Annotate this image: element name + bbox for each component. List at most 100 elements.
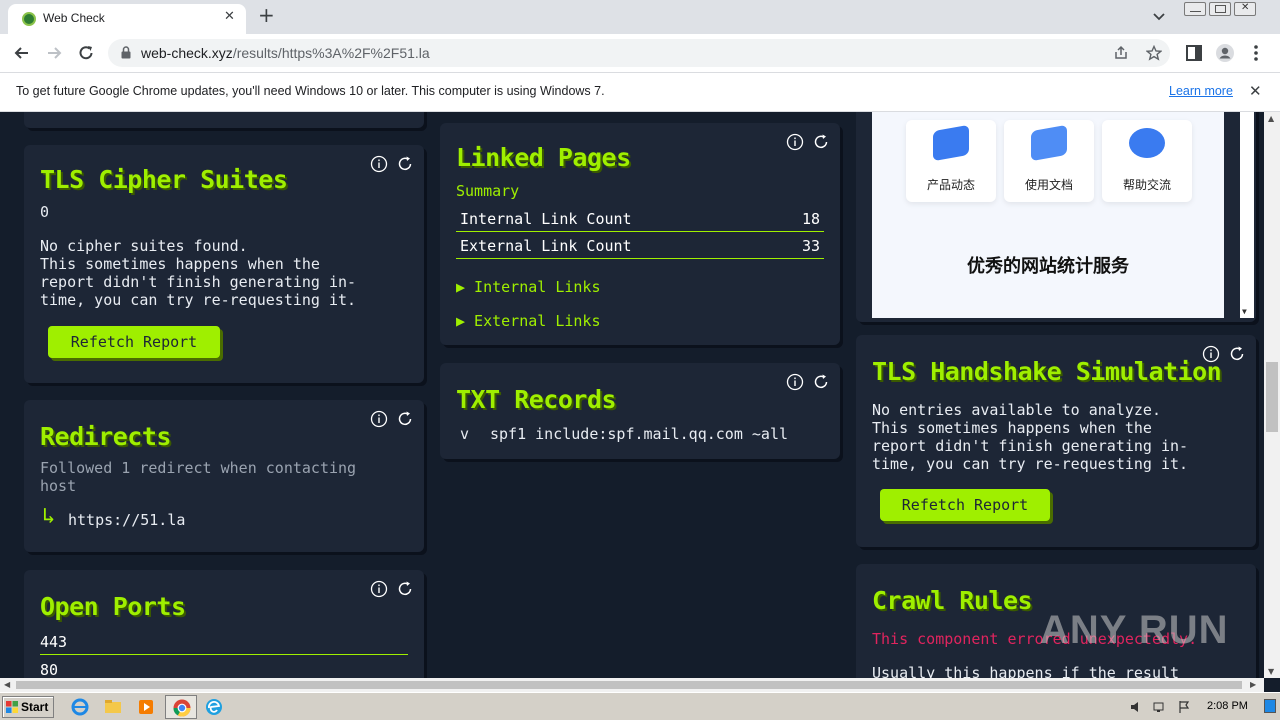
info-icon[interactable] — [786, 373, 804, 391]
refresh-icon[interactable] — [812, 133, 830, 151]
learn-more-link[interactable]: Learn more — [1169, 84, 1233, 98]
media-player-icon[interactable] — [136, 697, 156, 717]
info-icon[interactable] — [370, 410, 388, 428]
previous-card-remnant — [24, 112, 424, 128]
anyrun-watermark: ANY RUN — [1040, 608, 1229, 652]
help-tile: 帮助交流 — [1102, 120, 1192, 202]
tile-label: 帮助交流 — [1122, 178, 1171, 192]
row-value: 33 — [801, 237, 820, 255]
docs-tile: 使用文档 — [1004, 120, 1094, 202]
web-check-results-page: TLS Cipher Suites 0 No cipher suites fou… — [0, 112, 1264, 678]
edge-icon[interactable] — [204, 697, 224, 717]
chrome-taskbar-button[interactable] — [165, 695, 197, 719]
info-icon[interactable] — [370, 580, 388, 598]
cipher-message: No cipher suites found. This sometimes h… — [40, 237, 357, 309]
info-icon[interactable] — [786, 133, 804, 151]
screenshot-card: 产品动态 使用文档 帮助交流 优秀的网站统计服务 ▼ — [856, 112, 1256, 322]
card-title: TXT Records — [456, 385, 617, 414]
restore-button[interactable] — [1209, 2, 1231, 16]
tab-strip: Web Check ✕ + ✕ — [0, 0, 1280, 34]
txt-records-card: TXT Records v spf1 include:spf.mail.qq.c… — [440, 363, 840, 459]
start-button[interactable]: Start — [2, 696, 54, 718]
product-news-icon — [933, 124, 969, 162]
card-actions — [786, 373, 830, 391]
tile-label: 使用文档 — [1024, 178, 1073, 192]
port-row: 443 — [40, 628, 408, 655]
refresh-icon[interactable] — [396, 580, 414, 598]
menu-kebab-icon[interactable] — [1246, 43, 1266, 63]
lock-icon[interactable] — [121, 46, 131, 59]
back-arrow-icon[interactable] — [12, 43, 32, 63]
docs-icon — [1031, 124, 1067, 162]
web-check-favicon-icon — [22, 12, 36, 26]
tab-close-icon[interactable]: ✕ — [224, 9, 235, 24]
info-icon[interactable] — [370, 155, 388, 173]
refetch-report-button[interactable]: Refetch Report — [880, 489, 1050, 521]
network-icon[interactable] — [1153, 700, 1167, 714]
infobar-message: To get future Google Chrome updates, you… — [16, 84, 605, 98]
new-tab-button[interactable]: + — [258, 3, 275, 27]
card-title: Open Ports — [40, 592, 186, 621]
refresh-icon[interactable] — [396, 155, 414, 173]
window-close-button[interactable]: ✕ — [1234, 2, 1256, 16]
bookmark-star-icon[interactable] — [1146, 45, 1162, 61]
minimize-button[interactable] — [1184, 2, 1206, 16]
screenshot-tagline: 优秀的网站统计服务 — [967, 256, 1129, 277]
show-desktop-button[interactable] — [1264, 699, 1276, 713]
infobar-close-icon[interactable]: ✕ — [1249, 82, 1262, 100]
cipher-count: 0 — [40, 203, 50, 221]
redirect-summary: Followed 1 redirect when contacting host — [40, 459, 357, 495]
chrome-icon — [173, 699, 191, 717]
volume-icon[interactable] — [1129, 700, 1143, 714]
refresh-icon[interactable] — [812, 373, 830, 391]
internet-explorer-icon[interactable] — [70, 697, 90, 717]
product-news-tile: 产品动态 — [906, 120, 996, 202]
card-actions — [786, 133, 830, 151]
refresh-icon[interactable] — [396, 410, 414, 428]
txt-record-key: v — [460, 425, 470, 443]
url-text[interactable]: web-check.xyz/results/https%3A%2F%2F51.l… — [141, 45, 430, 61]
card-title: Linked Pages — [456, 143, 631, 172]
windows-taskbar: Start 2:08 PM — [0, 692, 1280, 720]
address-bar[interactable]: web-check.xyz/results/https%3A%2F%2F51.l… — [108, 39, 1170, 67]
page-horizontal-scrollbar[interactable]: ◀ ▶ — [0, 678, 1264, 692]
forward-arrow-icon[interactable] — [44, 43, 64, 63]
card-title: TLS Handshake Simulation — [872, 357, 1222, 386]
row-label: Internal Link Count — [460, 210, 632, 228]
profile-avatar-icon[interactable] — [1215, 43, 1235, 63]
open-ports-card: Open Ports 443 80 — [24, 570, 424, 678]
browser-toolbar: web-check.xyz/results/https%3A%2F%2F51.l… — [0, 34, 1280, 72]
tab-search-chevron-icon[interactable] — [1152, 9, 1166, 23]
windows-flag-icon — [6, 701, 18, 713]
refetch-report-button[interactable]: Refetch Report — [48, 326, 220, 358]
screenshot-scrollbar[interactable]: ▼ — [1240, 112, 1254, 318]
card-title: Crawl Rules — [872, 586, 1033, 615]
tab-title: Web Check — [43, 11, 105, 25]
side-panel-icon[interactable] — [1184, 43, 1204, 63]
start-label: Start — [21, 700, 49, 714]
card-actions — [370, 155, 414, 173]
horizontal-scroll-thumb[interactable] — [16, 681, 1242, 689]
share-icon[interactable] — [1113, 45, 1129, 61]
help-icon — [1129, 128, 1165, 158]
tls-cipher-suites-card: TLS Cipher Suites 0 No cipher suites fou… — [24, 145, 424, 383]
tab-web-check[interactable]: Web Check ✕ — [8, 4, 246, 34]
action-center-flag-icon[interactable] — [1177, 700, 1191, 714]
vertical-scroll-thumb[interactable] — [1266, 362, 1278, 432]
external-links-toggle[interactable]: ▶ External Links — [456, 312, 601, 330]
file-explorer-icon[interactable] — [103, 697, 123, 717]
reload-icon[interactable] — [76, 43, 96, 63]
page-vertical-scrollbar[interactable]: ▲ ▼ — [1264, 112, 1280, 678]
row-value: 18 — [801, 210, 820, 228]
internal-links-toggle[interactable]: ▶ Internal Links — [456, 278, 601, 296]
tile-label: 产品动态 — [926, 178, 975, 192]
internal-link-count-row: Internal Link Count 18 — [456, 205, 824, 232]
redirects-card: Redirects Followed 1 redirect when conta… — [24, 400, 424, 552]
tls-handshake-card: TLS Handshake Simulation No entries avai… — [856, 335, 1256, 547]
external-link-count-row: External Link Count 33 — [456, 232, 824, 259]
refresh-icon[interactable] — [1228, 345, 1246, 363]
clock[interactable]: 2:08 PM — [1207, 700, 1248, 712]
card-title: TLS Cipher Suites — [40, 165, 288, 194]
card-actions — [370, 410, 414, 428]
redirect-arrow-icon: ↳ — [42, 504, 56, 529]
